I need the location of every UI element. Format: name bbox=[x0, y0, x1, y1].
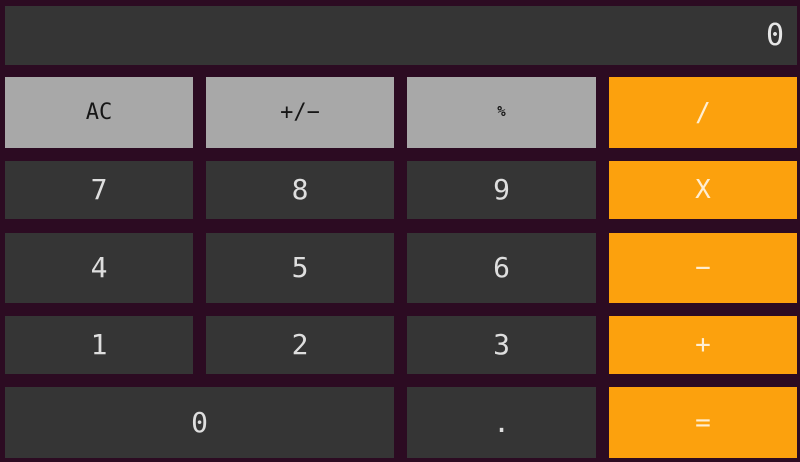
display-value: 0 bbox=[765, 18, 785, 53]
multiply-label: X bbox=[695, 175, 711, 205]
digit-4-button[interactable]: 4 bbox=[5, 233, 193, 303]
divide-button[interactable]: / bbox=[609, 77, 797, 148]
digit-9-button[interactable]: 9 bbox=[407, 161, 596, 219]
digit-5-button[interactable]: 5 bbox=[206, 233, 394, 303]
digit-1-button[interactable]: 1 bbox=[5, 316, 193, 374]
decimal-label: . bbox=[493, 405, 510, 439]
digit-6-label: 6 bbox=[493, 251, 510, 284]
digit-9-label: 9 bbox=[493, 173, 510, 206]
add-label: + bbox=[695, 330, 711, 360]
digit-8-label: 8 bbox=[291, 173, 309, 206]
digit-8-button[interactable]: 8 bbox=[206, 161, 394, 219]
digit-0-button[interactable]: 0 bbox=[5, 387, 394, 458]
digit-2-label: 2 bbox=[291, 328, 309, 361]
digit-1-label: 1 bbox=[90, 328, 108, 361]
subtract-button[interactable]: − bbox=[609, 233, 797, 303]
digit-7-button[interactable]: 7 bbox=[5, 161, 193, 219]
digit-6-button[interactable]: 6 bbox=[407, 233, 596, 303]
toggle-sign-button[interactable]: +/− bbox=[206, 77, 394, 148]
add-button[interactable]: + bbox=[609, 316, 797, 374]
divide-label: / bbox=[695, 97, 711, 128]
digit-3-label: 3 bbox=[493, 328, 510, 361]
percent-button[interactable]: % bbox=[407, 77, 596, 148]
percent-label: % bbox=[497, 104, 506, 121]
digit-3-button[interactable]: 3 bbox=[407, 316, 596, 374]
equals-label: = bbox=[695, 407, 711, 438]
digit-5-label: 5 bbox=[291, 251, 309, 284]
toggle-sign-label: +/− bbox=[280, 99, 320, 125]
digit-2-button[interactable]: 2 bbox=[206, 316, 394, 374]
multiply-button[interactable]: X bbox=[609, 161, 797, 219]
digit-0-label: 0 bbox=[191, 405, 208, 439]
clear-button[interactable]: AC bbox=[5, 77, 193, 148]
digit-7-label: 7 bbox=[90, 173, 108, 206]
decimal-button[interactable]: . bbox=[407, 387, 596, 458]
subtract-label: − bbox=[695, 253, 711, 283]
clear-label: AC bbox=[85, 99, 113, 125]
calculator-display: 0 bbox=[5, 6, 797, 65]
equals-button[interactable]: = bbox=[609, 387, 797, 458]
digit-4-label: 4 bbox=[90, 251, 108, 284]
